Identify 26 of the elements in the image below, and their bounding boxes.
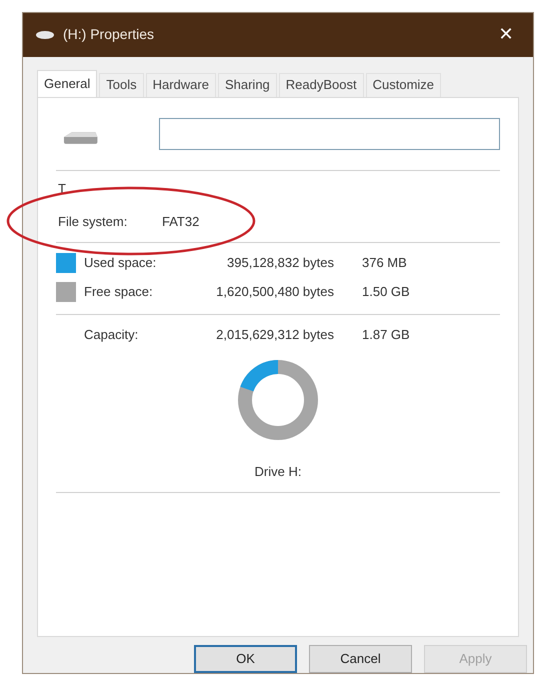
- tab[interactable]: Hardware: [146, 72, 216, 97]
- capacity-label: Capacity:: [84, 326, 140, 344]
- tab[interactable]: Tools: [99, 72, 144, 97]
- window-title: (H:) Properties: [63, 25, 154, 44]
- tab[interactable]: Customize: [366, 72, 442, 97]
- field-value: FAT32: [162, 213, 200, 232]
- field-label: File system:: [58, 213, 128, 232]
- tab[interactable]: General: [37, 70, 98, 98]
- close-button[interactable]: ✕: [491, 21, 521, 48]
- space-label: Used space:: [84, 254, 158, 272]
- tab[interactable]: ReadyBoost: [278, 72, 364, 97]
- size-value: 1.50 GB: [362, 282, 410, 301]
- drive-name-field[interactable]: [159, 118, 500, 150]
- drive-icon: [62, 130, 100, 145]
- dialog-button[interactable]: OK: [194, 645, 297, 673]
- size-value: 1.87 GB: [362, 326, 410, 344]
- byte-count: 395,128,832 bytes: [226, 254, 334, 272]
- dialog-button[interactable]: Cancel: [309, 645, 412, 673]
- drive-label: Drive H:: [254, 463, 302, 482]
- space-label: Free space:: [84, 282, 154, 301]
- drive-icon: [35, 30, 55, 40]
- field-label: T: [58, 180, 67, 198]
- byte-count: 2,015,629,312 bytes: [215, 326, 334, 344]
- size-value: 376 MB: [362, 254, 407, 272]
- byte-count: 1,620,500,480 bytes: [215, 282, 334, 301]
- tab[interactable]: Sharing: [218, 72, 277, 97]
